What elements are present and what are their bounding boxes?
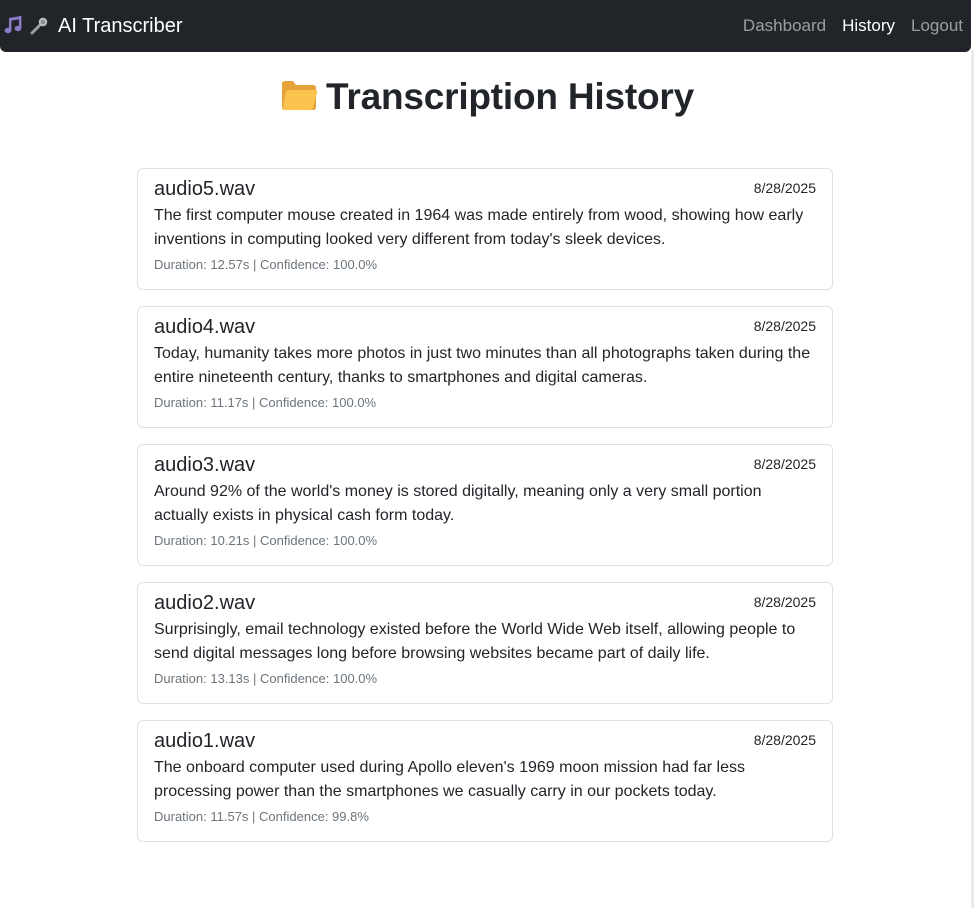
music-note-icon: [4, 16, 24, 36]
transcription-card[interactable]: audio1.wav 8/28/2025 The onboard compute…: [137, 720, 833, 842]
transcription-meta: Duration: 11.17s | Confidence: 100.0%: [154, 395, 377, 410]
card-header: audio1.wav 8/28/2025: [154, 730, 816, 753]
brand-icons: [4, 16, 49, 36]
transcription-text: Today, humanity takes more photos in jus…: [154, 345, 811, 386]
transcription-meta: Duration: 11.57s | Confidence: 99.8%: [154, 809, 369, 824]
navbar: AI Transcriber Dashboard History Logout: [0, 0, 971, 52]
nav-history-link[interactable]: History: [842, 16, 895, 36]
transcription-date: 8/28/2025: [753, 594, 816, 610]
card-header: audio4.wav 8/28/2025: [154, 316, 816, 339]
transcription-list: audio5.wav 8/28/2025 The first computer …: [137, 168, 833, 858]
transcription-date: 8/28/2025: [753, 456, 816, 472]
brand[interactable]: AI Transcriber: [4, 15, 182, 38]
transcription-card[interactable]: audio5.wav 8/28/2025 The first computer …: [137, 168, 833, 290]
page-heading: Transcription History: [0, 76, 974, 118]
file-name: audio5.wav: [154, 178, 256, 200]
card-header: audio2.wav 8/28/2025: [154, 592, 816, 615]
transcription-card[interactable]: audio4.wav 8/28/2025 Today, humanity tak…: [137, 306, 833, 428]
transcription-text: The onboard computer used during Apollo …: [154, 759, 745, 800]
nav-dashboard-link[interactable]: Dashboard: [743, 16, 826, 36]
transcription-meta: Duration: 10.21s | Confidence: 100.0%: [154, 533, 378, 548]
microphone-icon: [29, 16, 49, 36]
nav-links: Dashboard History Logout: [743, 16, 963, 36]
page-title: Transcription History: [326, 76, 694, 117]
transcription-date: 8/28/2025: [753, 732, 816, 748]
transcription-card[interactable]: audio3.wav 8/28/2025 Around 92% of the w…: [137, 444, 833, 566]
transcription-date: 8/28/2025: [753, 318, 816, 334]
file-name: audio1.wav: [154, 730, 256, 752]
transcription-text: The first computer mouse created in 1964…: [154, 207, 804, 248]
card-header: audio5.wav 8/28/2025: [154, 178, 816, 201]
page: AI Transcriber Dashboard History Logout …: [0, 0, 974, 908]
transcription-meta: Duration: 13.13s | Confidence: 100.0%: [154, 671, 378, 686]
transcription-text: Surprisingly, email technology existed b…: [154, 621, 796, 662]
file-name: audio3.wav: [154, 454, 256, 476]
file-name: audio2.wav: [154, 592, 256, 614]
transcription-meta: Duration: 12.57s | Confidence: 100.0%: [154, 257, 378, 272]
transcription-date: 8/28/2025: [753, 180, 816, 196]
brand-title: AI Transcriber: [58, 14, 183, 37]
file-name: audio4.wav: [154, 316, 256, 338]
transcription-card[interactable]: audio2.wav 8/28/2025 Surprisingly, email…: [137, 582, 833, 704]
folder-icon: [280, 78, 318, 117]
nav-logout-link[interactable]: Logout: [911, 16, 963, 36]
card-header: audio3.wav 8/28/2025: [154, 454, 816, 477]
transcription-text: Around 92% of the world's money is store…: [154, 483, 762, 524]
